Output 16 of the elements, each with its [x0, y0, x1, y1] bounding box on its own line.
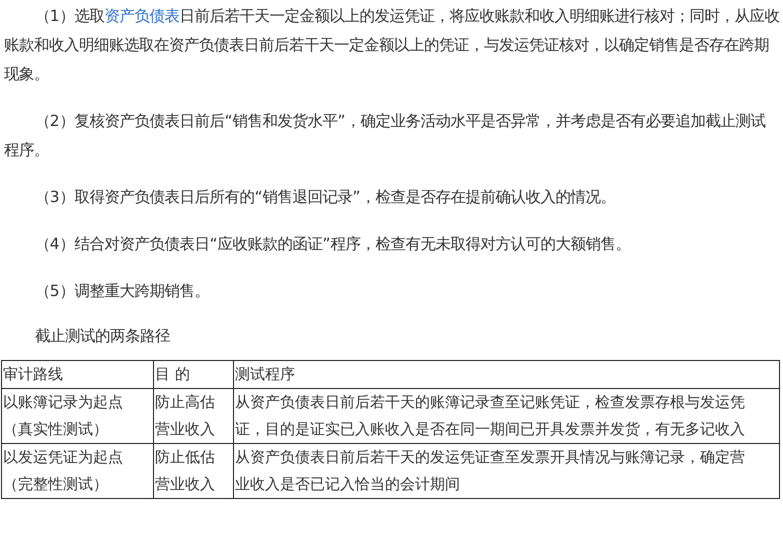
paragraph: （5）调整重大跨期销售。 — [34, 281, 211, 302]
table-caption: 截止测试的两条路径 — [34, 326, 171, 347]
paragraph: （1）选取资产负债表日前后若干天一定金额以上的发运凭证，将应收账款和收入明细账进行核对；同时，从应收账款和收入明细账选取在资产负债表日前后若干天一定金额以上的凭证，与发运凭证核对，以确定销售是否存在跨期现象。 — [4, 6, 780, 85]
link[interactable]: 资产负债表 — [104, 7, 180, 25]
paragraph: （3）取得资产负债表日后所有的“销售退回记录”，检查是否存在提前确认收入的情况。 — [34, 187, 617, 208]
table-cell: 以发运凭证为起点 （完整性测试） — [2, 444, 154, 498]
table-cell: 防止低估 营业收入 — [154, 444, 234, 498]
column-header: 目 的 — [154, 360, 234, 388]
table-cell: 从资产负债表日前后若干天的账簿记录查至记账凭证，检查发票存根与发运凭 证，目的是证实已入账收入是否在同一期间已开具发票并发货，有无多记收入 — [234, 388, 780, 444]
paragraph: （4）结合对资产负债表日“应收账款的函证”程序，检查有无未取得对方认可的大额销售。 — [34, 234, 632, 255]
table-cell: 防止高估 营业收入 — [154, 388, 234, 444]
column-header: 审计路线 — [2, 360, 154, 388]
table-cell: 以账簿记录为起点 （真实性测试） — [2, 388, 154, 444]
paragraph: （2）复核资产负债表日前后“销售和发货水平”，确定业务活动水平是否异常，并考虑是否有必要追加截止测试程序。 — [4, 111, 767, 161]
column-header: 测试程序 — [234, 360, 780, 388]
table-cell: 从资产负债表日前后若干天的发运凭证查至发票开具情况与账簿记录，确定营 业收入是否已记入恰当的会计期间 — [234, 444, 780, 498]
